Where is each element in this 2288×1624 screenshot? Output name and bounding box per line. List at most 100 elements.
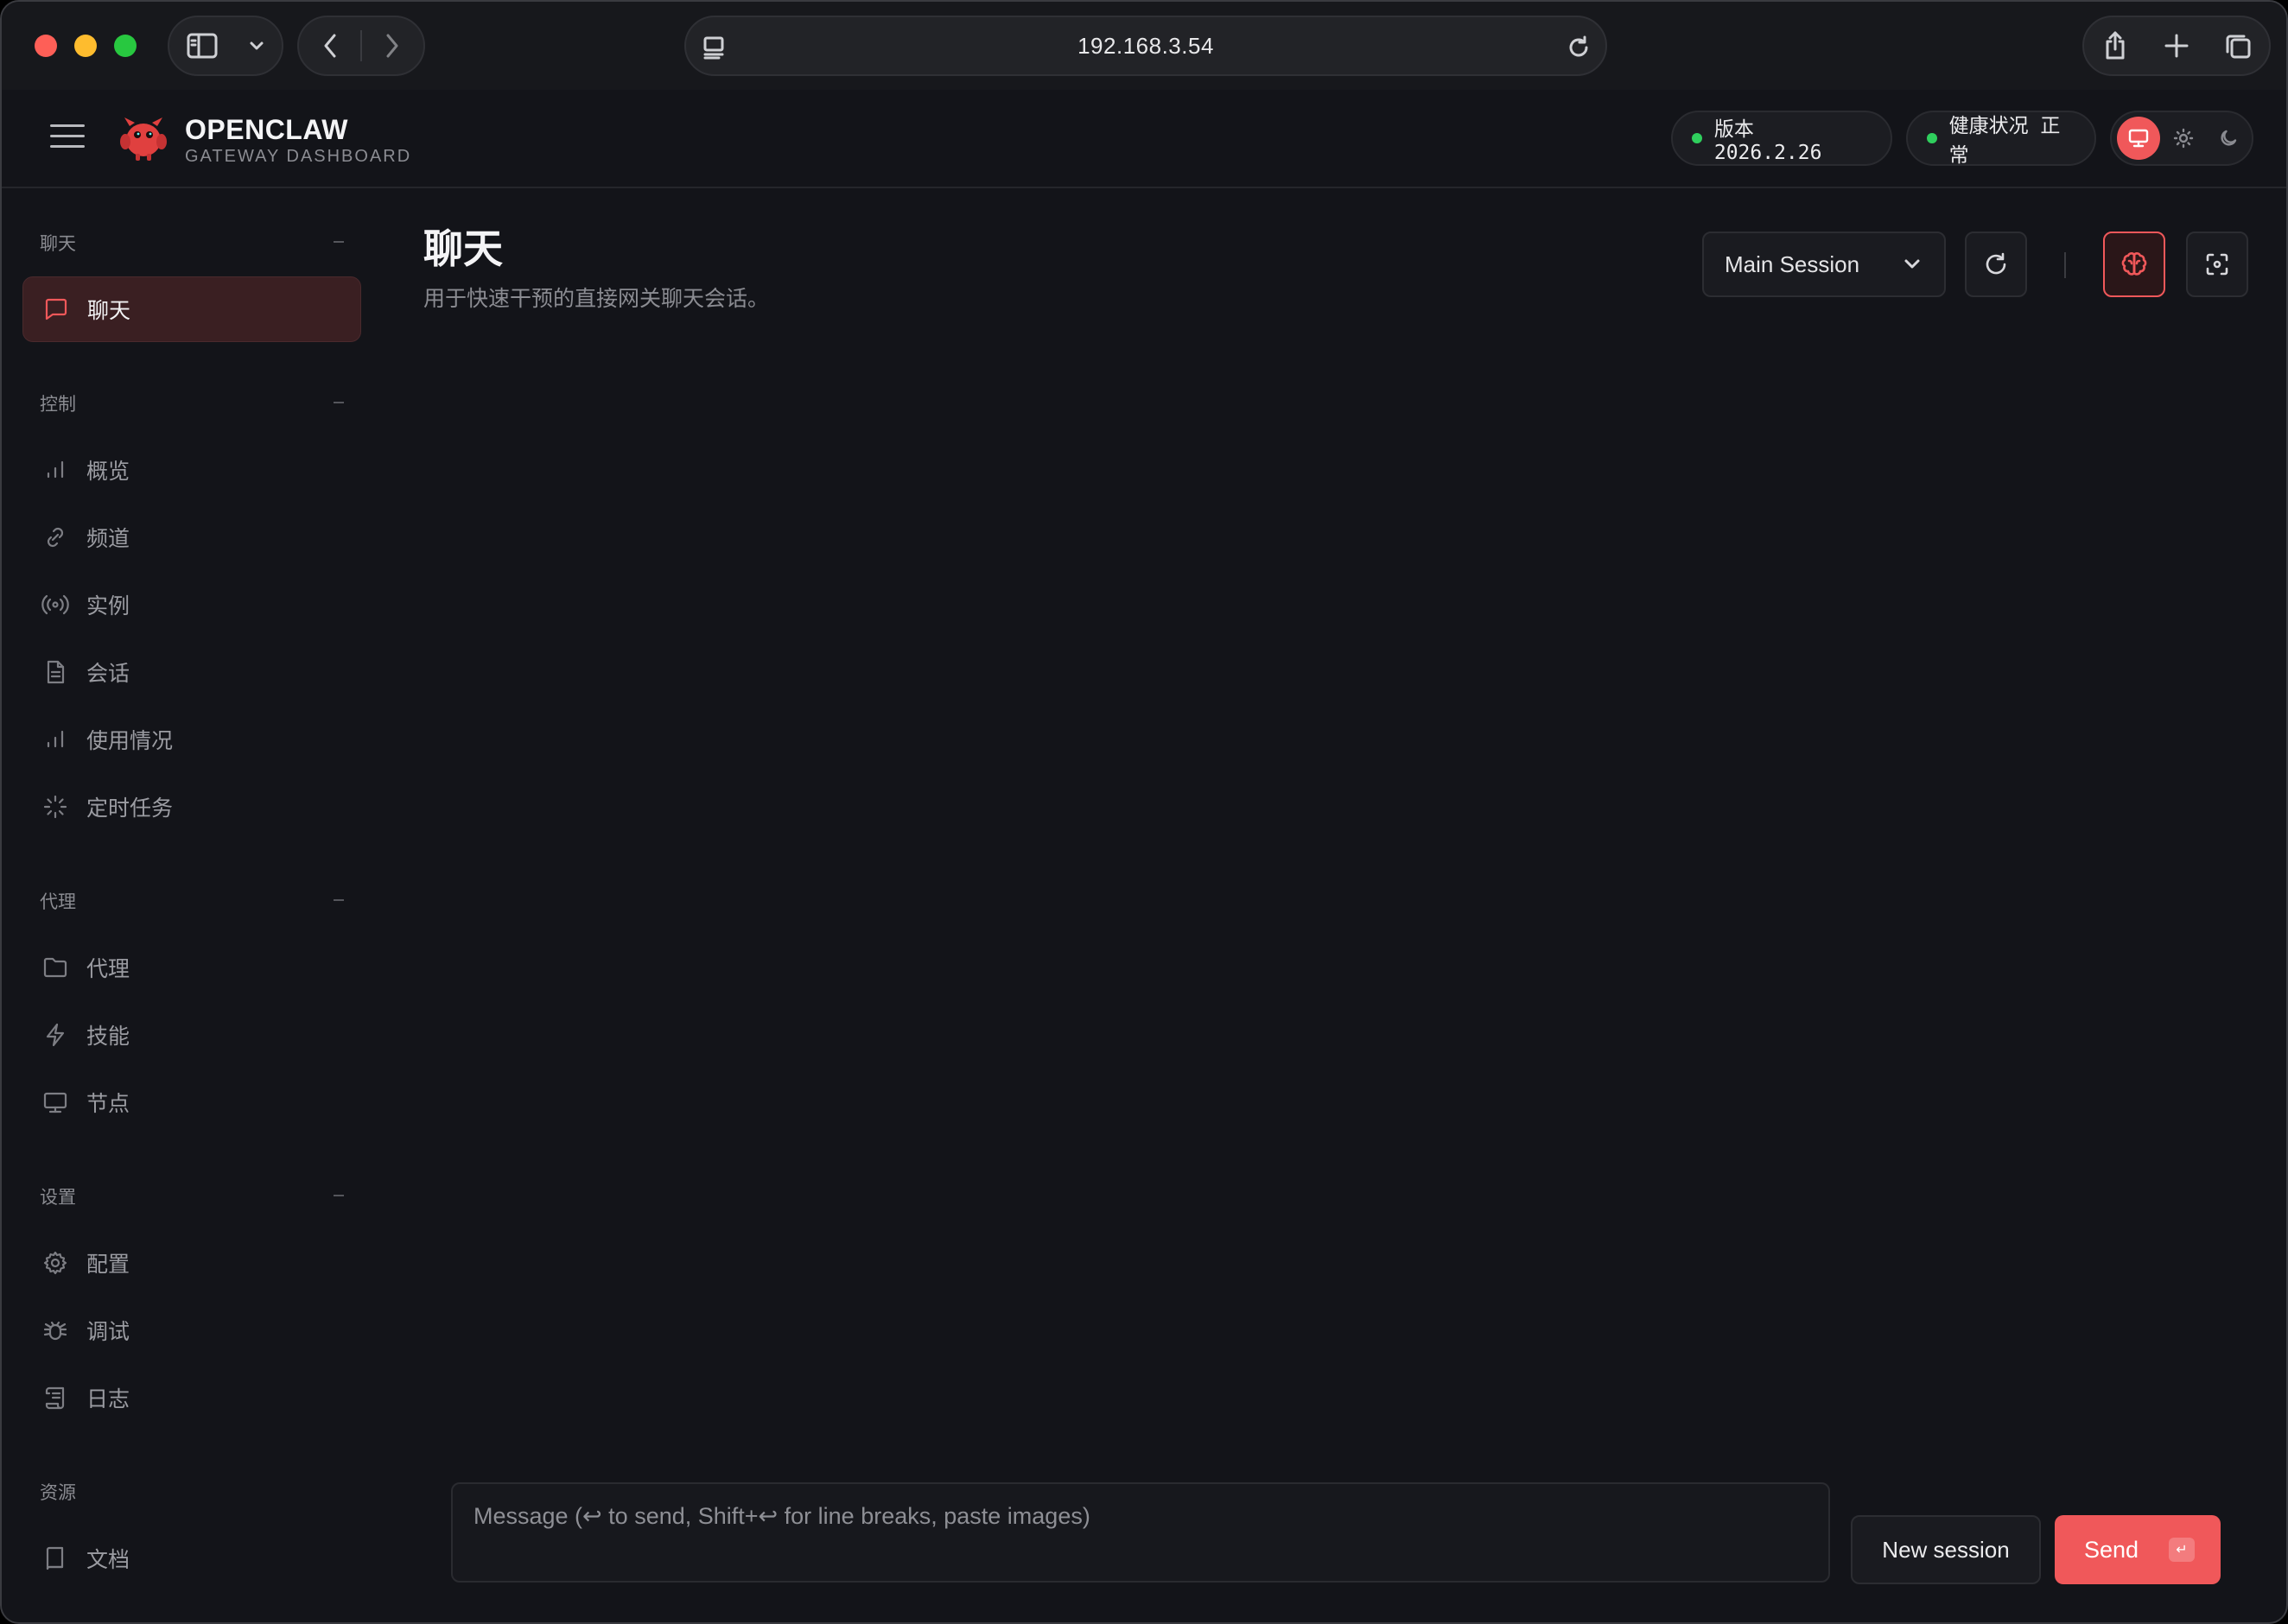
sidebar-item-label: 概览 — [86, 460, 130, 484]
bar-chart-icon — [41, 726, 69, 753]
sidebar-item-cron-jobs[interactable]: 定时任务 — [22, 774, 361, 840]
app-header: OPENCLAW GATEWAY DASHBOARD 版本 2026.2.26 … — [2, 90, 2286, 188]
focus-mode-button[interactable] — [2186, 232, 2248, 297]
sidebar-item-instances[interactable]: 实例 — [22, 572, 361, 638]
moon-icon — [2221, 130, 2237, 146]
sidebar-item-agents[interactable]: 代理 — [22, 935, 361, 1000]
section-title: 代理 — [40, 892, 76, 912]
sidebar-item-overview[interactable]: 概览 — [22, 437, 361, 503]
tab-group-menu-button[interactable] — [235, 17, 278, 74]
sidebar-item-label: 聊天 — [87, 299, 131, 323]
toolbar-divider — [2064, 252, 2066, 278]
minimize-window-button[interactable] — [74, 35, 97, 57]
section-title: 控制 — [40, 395, 76, 415]
refresh-button[interactable] — [1965, 232, 2027, 297]
section-header[interactable]: 设置 — [40, 1183, 344, 1209]
zap-icon — [41, 1021, 69, 1049]
section-header[interactable]: 代理 — [40, 888, 344, 914]
sidebar-icon — [187, 33, 218, 59]
back-button[interactable] — [299, 17, 360, 74]
loader-icon — [41, 793, 69, 821]
folder-icon — [41, 954, 69, 981]
sidebar-item-docs[interactable]: 文档 — [22, 1526, 361, 1591]
forward-button[interactable] — [362, 17, 423, 74]
brand-subtitle: GATEWAY DASHBOARD — [185, 147, 412, 166]
section-header[interactable]: 聊天 — [40, 230, 344, 256]
menu-toggle-button[interactable] — [50, 124, 85, 154]
sidebar-item-chat[interactable]: 聊天 — [22, 276, 361, 342]
sidebar-item-skills[interactable]: 技能 — [22, 1002, 361, 1068]
sidebar-toggle-group — [168, 16, 283, 76]
sidebar-toggle-button[interactable] — [169, 17, 235, 74]
section-title: 资源 — [40, 1483, 76, 1503]
gear-icon — [41, 1249, 69, 1277]
sidebar-item-label: 日志 — [86, 1387, 130, 1411]
sidebar-item-logs[interactable]: 日志 — [22, 1365, 361, 1431]
close-window-button[interactable] — [35, 35, 57, 57]
refresh-icon — [1986, 252, 2006, 275]
share-icon — [2106, 31, 2125, 60]
sun-icon — [2173, 128, 2194, 149]
section-header[interactable]: 资源 — [40, 1479, 344, 1505]
reload-icon[interactable] — [1566, 35, 1592, 65]
browser-toolbar: 192.168.3.54 — [2, 2, 2286, 90]
scroll-icon — [41, 1384, 69, 1411]
theme-system-button[interactable] — [2117, 117, 2160, 160]
section-header[interactable]: 控制 — [40, 390, 344, 416]
section-title: 聊天 — [40, 234, 76, 254]
brain-icon — [2121, 252, 2147, 276]
monitor-icon — [41, 1088, 69, 1116]
health-badge: 健康状况 正常 — [1906, 111, 2096, 167]
openclaw-logo — [118, 112, 169, 164]
collapse-icon — [334, 402, 344, 403]
theme-light-button[interactable] — [2162, 117, 2205, 160]
page-title: 聊天 — [423, 226, 503, 271]
version-badge: 版本 2026.2.26 — [1671, 111, 1892, 166]
radio-icon — [41, 591, 69, 619]
sidebar-item-sessions[interactable]: 会话 — [22, 639, 361, 705]
window-actions-group — [2082, 16, 2271, 76]
chevron-down-icon — [1904, 259, 1920, 269]
monitor-icon — [2128, 129, 2149, 148]
link-icon — [41, 523, 69, 551]
health-label: 健康状况 正常 — [1948, 115, 2061, 167]
history-nav-group — [297, 16, 425, 76]
collapse-icon — [334, 241, 344, 243]
sidebar-item-label: 频道 — [86, 527, 130, 551]
sidebar-item-label: 节点 — [86, 1092, 130, 1116]
theme-dark-button[interactable] — [2207, 117, 2250, 160]
url-text: 192.168.3.54 — [1077, 32, 1214, 59]
sidebar-item-label: 技能 — [86, 1025, 130, 1049]
message-composer — [451, 1482, 1830, 1583]
forward-icon — [386, 34, 398, 58]
sidebar-item-debug[interactable]: 调试 — [22, 1297, 361, 1363]
menu-icon — [50, 124, 85, 127]
new-session-button[interactable]: New session — [1851, 1515, 2041, 1584]
sidebar-item-channels[interactable]: 频道 — [22, 504, 361, 570]
tab-overview-button[interactable] — [2208, 17, 2269, 74]
sidebar-item-label: 文档 — [86, 1548, 130, 1572]
message-input[interactable] — [473, 1503, 1808, 1562]
sidebar-item-config[interactable]: 配置 — [22, 1230, 361, 1296]
sidebar-item-usage[interactable]: 使用情况 — [22, 707, 361, 772]
bar-chart-icon — [41, 456, 69, 484]
back-icon — [324, 34, 335, 58]
book-icon — [41, 1545, 69, 1572]
browser-window: 192.168.3.54 OPENCLAW GATEWAY DASHBOARD … — [0, 0, 2288, 1624]
session-select[interactable]: Main Session — [1702, 232, 1946, 297]
sidebar-item-label: 会话 — [86, 662, 130, 686]
sidebar-item-nodes[interactable]: 节点 — [22, 1069, 361, 1135]
new-tab-button[interactable] — [2145, 17, 2207, 74]
share-button[interactable] — [2084, 17, 2145, 74]
thinking-toggle-button[interactable] — [2103, 232, 2165, 297]
sidebar-item-label: 使用情况 — [86, 729, 174, 753]
address-bar[interactable]: 192.168.3.54 — [684, 16, 1607, 76]
send-button-label: Send — [2084, 1536, 2139, 1563]
zoom-window-button[interactable] — [114, 35, 137, 57]
sidebar-item-label: 配置 — [86, 1253, 130, 1277]
send-button[interactable]: Send ↵ — [2055, 1515, 2221, 1584]
sidebar-item-label: 代理 — [86, 957, 130, 981]
status-dot — [1927, 133, 1937, 143]
sidebar-item-label: 实例 — [86, 594, 130, 619]
brand-title: OPENCLAW — [185, 114, 348, 145]
